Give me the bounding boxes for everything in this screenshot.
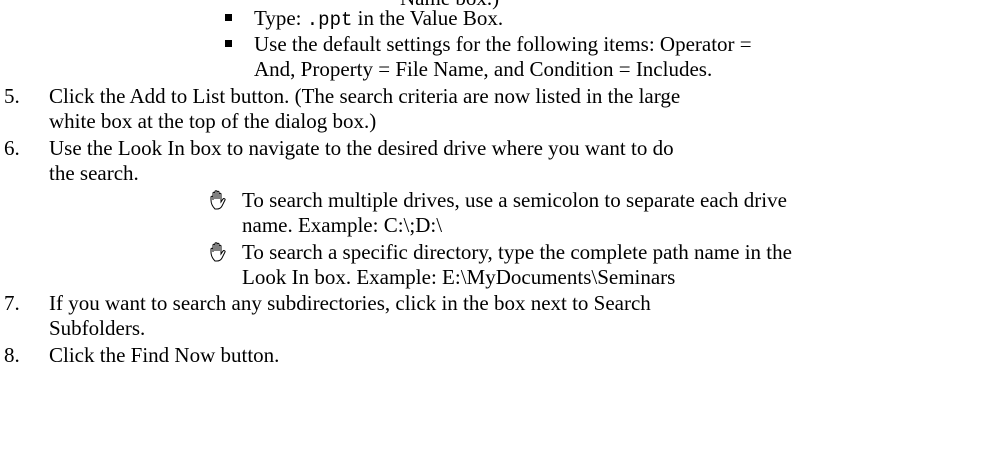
hand-icon — [210, 242, 226, 262]
step-5: 5. Click the Add to List button. (The se… — [4, 84, 964, 134]
step-line: Click the Add to List button. (The searc… — [49, 84, 681, 108]
hand-icon — [210, 190, 226, 210]
step-line: the search. — [49, 161, 139, 185]
step-line: white box at the top of the dialog box.) — [49, 109, 377, 133]
step-number: 6. — [4, 136, 20, 160]
tip-specific-directory: To search a specific directory, type the… — [208, 240, 968, 290]
sub-bullet-default-settings: Use the default settings for the followi… — [225, 32, 965, 81]
step-number: 8. — [4, 343, 20, 367]
step-6: 6. Use the Look In box to navigate to th… — [4, 136, 964, 186]
sub-bullet-type-ppt: Type: .ppt in the Value Box. — [225, 6, 965, 31]
sub-bullet-text: Type: .ppt in the Value Box. — [254, 6, 504, 31]
tip-multiple-drives: To search multiple drives, use a semicol… — [208, 188, 968, 238]
step-number: 7. — [4, 291, 20, 315]
step-line: If you want to search any subdirectories… — [49, 291, 651, 315]
step-7: 7. If you want to search any subdirector… — [4, 291, 964, 341]
step-line: Use the Look In box to navigate to the d… — [49, 136, 674, 160]
tip-line: To search a specific directory, type the… — [242, 240, 792, 264]
tip-line: To search multiple drives, use a semicol… — [242, 188, 787, 212]
document-page: Name box.) Type: .ppt in the Value Box. … — [0, 0, 985, 472]
step-number: 5. — [4, 84, 20, 108]
sub-bullet-line: Use the default settings for the followi… — [254, 32, 752, 56]
tip-line: name. Example: C:\;D:\ — [242, 213, 443, 237]
step-8: 8. Click the Find Now button. — [4, 343, 964, 369]
square-bullet-icon — [225, 40, 232, 47]
tip-line: Look In box. Example: E:\MyDocuments\Sem… — [242, 265, 676, 289]
sub-bullet-line: And, Property = File Name, and Condition… — [254, 57, 713, 81]
step-line: Subfolders. — [49, 316, 146, 340]
square-bullet-icon — [225, 14, 232, 21]
step-line: Click the Find Now button. — [49, 343, 280, 367]
